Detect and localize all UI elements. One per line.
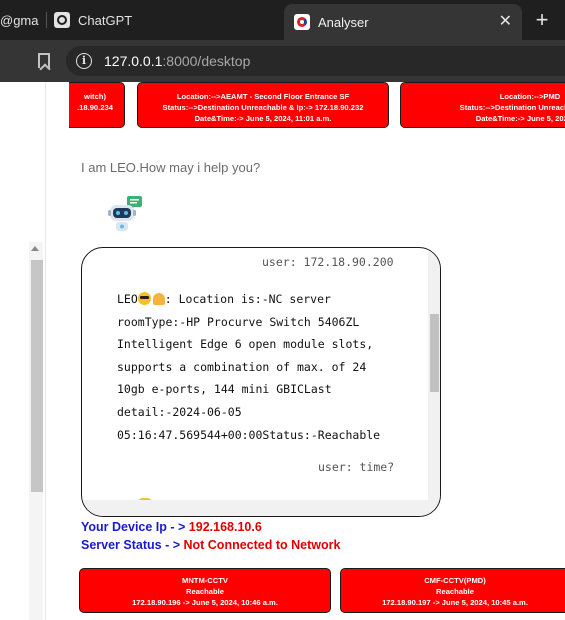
url-text: 127.0.0.1:8000/desktop	[104, 53, 251, 69]
tab-analyser[interactable]: Analyser ✕	[284, 4, 522, 40]
user-message: user: 172.18.90.200	[262, 255, 394, 269]
alert-datetime: 172.18.90.197 -> June 5, 2024, 10:45 a.m…	[382, 598, 528, 607]
alert-status: Status:-->Destination Unreachable & Ip	[459, 103, 565, 112]
server-status-label: Server Status - >	[81, 538, 184, 552]
greeting-text: I am LEO.How may i help you?	[81, 160, 261, 175]
alert-status: Reachable	[186, 587, 224, 596]
device-ip-label: Your Device Ip - >	[81, 520, 189, 534]
tab-label: ChatGPT	[78, 12, 133, 28]
page-content: witch) .18.90.234 Location:-->AEAMT - Se…	[0, 82, 565, 620]
alert-location: Location:-->AEAMT - Second Floor Entranc…	[176, 92, 350, 101]
alert-status: .18.90.234	[77, 103, 113, 112]
tab-label: Analyser	[318, 14, 369, 30]
tab-separator	[46, 12, 47, 28]
alert-status: Reachable	[436, 587, 474, 596]
alert-location: MNTM-CCTV	[182, 576, 228, 585]
alert-datetime: Date&Time:-> June 5, 2024, 11:01 a.m.	[194, 114, 332, 123]
chatgpt-icon	[54, 12, 70, 28]
chat-scrollbar-thumb[interactable]	[430, 314, 439, 392]
alert-card: MNTM-CCTV Reachable 172.18.90.196 -> Jun…	[79, 568, 331, 613]
scroll-up-arrow-icon[interactable]	[31, 246, 39, 251]
left-scrollbar-thumb[interactable]	[31, 260, 43, 492]
bot-message-text: : Location is:-NC server roomType:-HP Pr…	[117, 292, 381, 442]
chat-window[interactable]: user: 172.18.90.200 LEO: Location is:-NC…	[81, 247, 441, 517]
device-ip-value: 192.168.10.6	[188, 520, 262, 534]
server-status: Server Status - > Not Connected to Netwo…	[81, 538, 340, 552]
close-tab-icon[interactable]: ✕	[499, 11, 512, 31]
bookmark-icon[interactable]	[38, 53, 50, 68]
bot-name: LEO	[117, 292, 138, 306]
browser-tab-bar: @gma ChatGPT Analyser ✕ +	[0, 0, 565, 40]
device-ip-status: Your Device Ip - > 192.168.10.6	[81, 520, 262, 534]
tab-gmail[interactable]: @gma	[0, 6, 45, 34]
robot-chat-icon	[108, 196, 142, 231]
alert-card: witch) .18.90.234	[69, 82, 125, 128]
praying-hands-emoji-icon	[152, 293, 165, 305]
alert-card: Location:-->PMD Status:-->Destination Un…	[400, 82, 565, 128]
alert-card: Location:-->AEAMT - Second Floor Entranc…	[137, 82, 389, 128]
info-icon[interactable]: i	[76, 53, 92, 69]
alert-location: Location:-->PMD	[499, 92, 561, 101]
alert-datetime: 172.18.90.196 -> June 5, 2024, 10:46 a.m…	[132, 598, 278, 607]
alert-location: witch)	[84, 92, 106, 101]
server-status-value: Not Connected to Network	[183, 538, 341, 552]
user-message: user: time?	[318, 460, 395, 474]
alert-location: CMF-CCTV(PMD)	[424, 576, 486, 585]
alert-strip-top: witch) .18.90.234 Location:-->AEAMT - Se…	[69, 82, 565, 128]
tab-label: @gma	[0, 12, 39, 28]
alert-datetime: Date&Time:-> June 5, 2024, 11	[475, 114, 565, 123]
address-bar[interactable]: i 127.0.0.1:8000/desktop	[66, 46, 565, 76]
browser-toolbar: i 127.0.0.1:8000/desktop	[0, 40, 565, 82]
sunglasses-emoji-icon	[137, 292, 151, 305]
chat-messages: user: 172.18.90.200 LEO: Location is:-NC…	[82, 248, 432, 504]
alert-status: Status:-->Destination Unreachable & Ip:-…	[162, 103, 364, 112]
new-tab-button[interactable]: +	[528, 6, 556, 34]
analyser-icon	[294, 14, 310, 30]
alert-card: CMF-CCTV(PMD) Reachable 172.18.90.197 ->…	[340, 568, 565, 613]
bot-message: LEO: Location is:-NC server roomType:-HP…	[117, 288, 387, 446]
chat-horizontal-scrollbar[interactable]	[82, 500, 430, 516]
tab-chatgpt[interactable]: ChatGPT	[48, 6, 278, 34]
